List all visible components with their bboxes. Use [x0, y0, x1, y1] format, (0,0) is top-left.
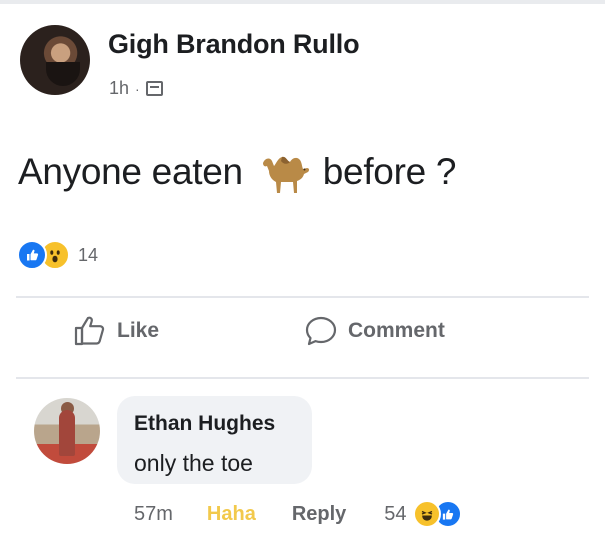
comment-reply-button[interactable]: Reply	[292, 503, 346, 526]
action-bar-top-divider	[16, 296, 589, 298]
comment-text: only the toe	[134, 450, 253, 476]
like-label: Like	[117, 319, 160, 342]
post-author-name[interactable]: Gigh Brandon Rullo	[108, 29, 360, 60]
author-avatar[interactable]	[20, 25, 90, 95]
thumbs-up-icon	[74, 316, 105, 346]
action-bar-bottom-divider	[16, 377, 589, 379]
like-reaction-icon	[17, 240, 47, 270]
camel-emoji-icon	[262, 156, 309, 193]
meta-separator: ·	[135, 80, 140, 97]
commenter-avatar[interactable]	[34, 398, 100, 464]
post-text-before: Anyone eaten	[18, 151, 243, 192]
comment-button[interactable]: Comment	[304, 315, 445, 347]
reactions-summary[interactable]: 14	[17, 240, 98, 270]
comment-actions: 57m Haha Reply 54	[134, 500, 462, 528]
commenter-name[interactable]: Ethan Hughes	[134, 412, 275, 436]
haha-reaction-icon	[412, 500, 441, 528]
top-divider	[0, 0, 605, 4]
comment-reaction-count[interactable]: 54	[384, 503, 406, 526]
comment-bubble-icon	[305, 316, 337, 346]
comment-timestamp[interactable]: 57m	[134, 503, 173, 526]
post-meta: 1h ·	[109, 78, 163, 99]
privacy-icon[interactable]	[145, 81, 163, 96]
post-text: Anyone eaten before ?	[18, 149, 456, 195]
comment-haha-button[interactable]: Haha	[207, 503, 256, 526]
post-text-after: before ?	[322, 151, 457, 192]
comment-label: Comment	[348, 319, 445, 342]
avatar-photo-detail	[59, 410, 75, 456]
reaction-count[interactable]: 14	[78, 245, 98, 266]
like-button[interactable]: Like	[73, 315, 159, 347]
avatar-photo-detail	[46, 62, 80, 86]
post-timestamp[interactable]: 1h	[109, 78, 129, 99]
